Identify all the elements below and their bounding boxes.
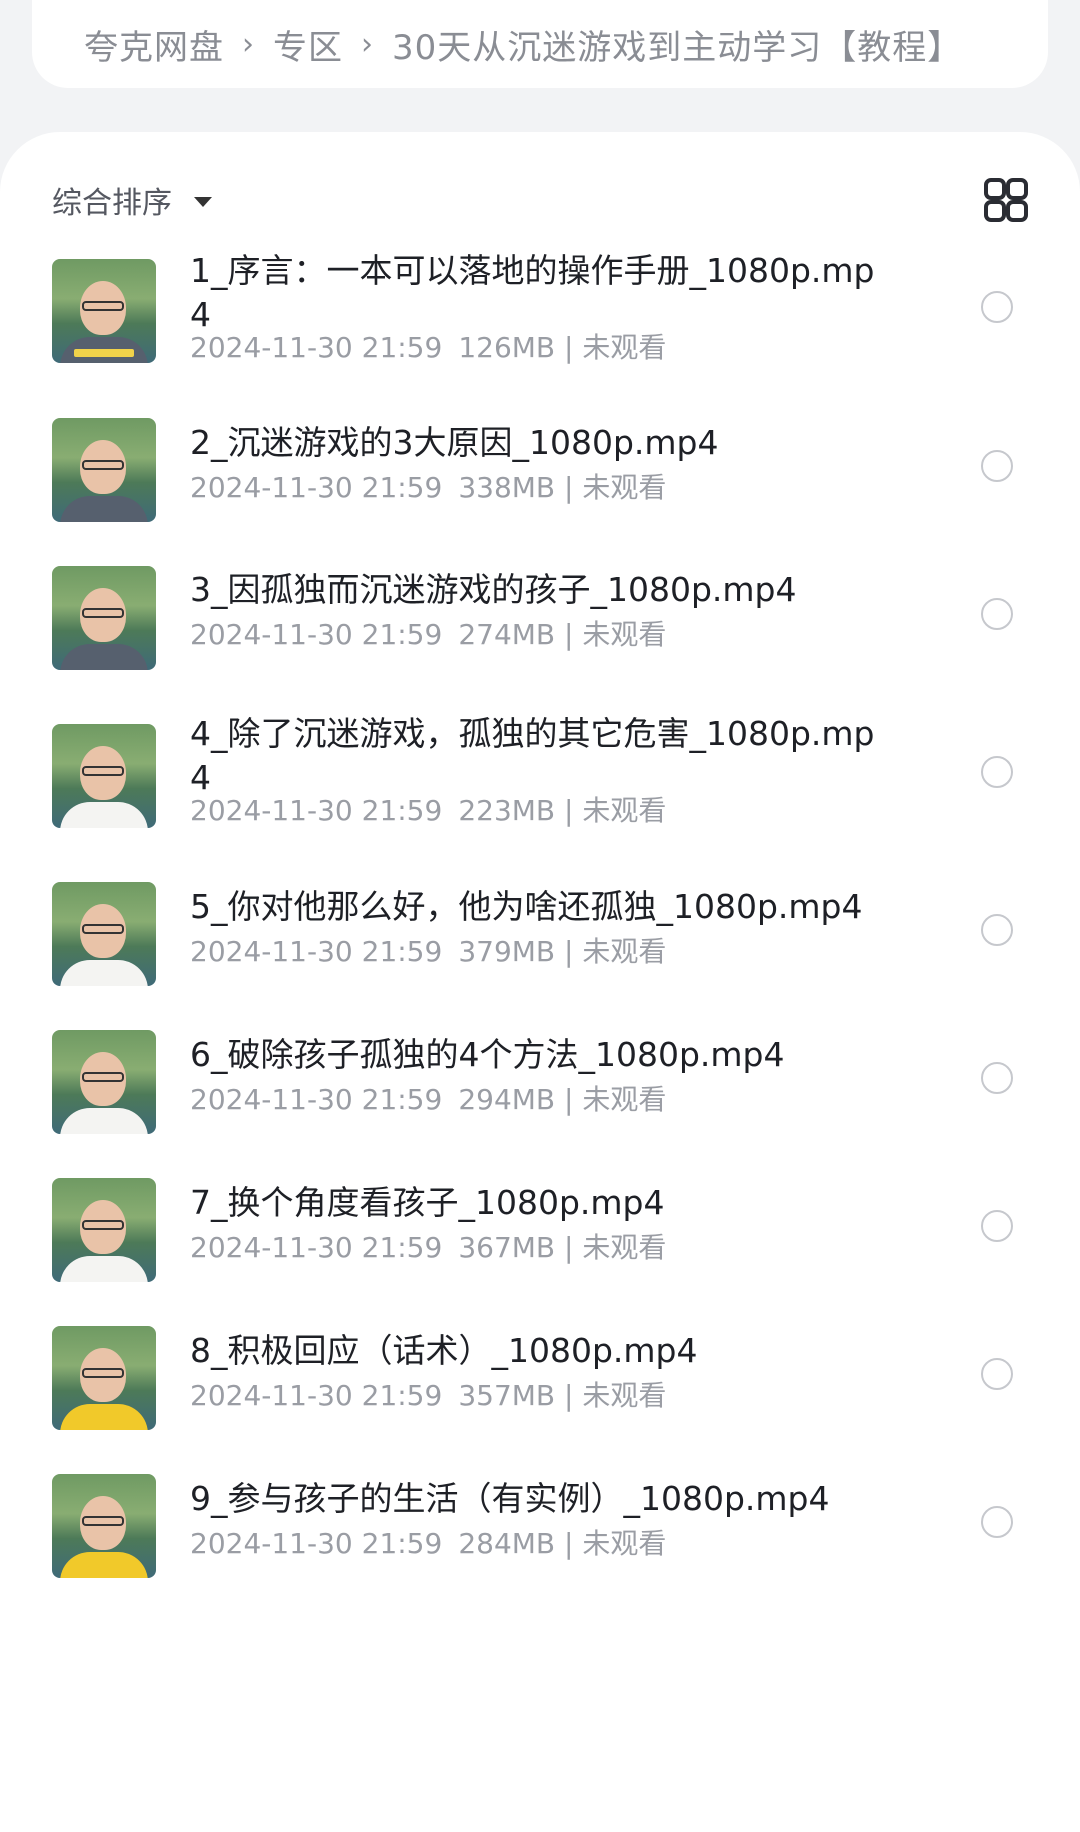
- file-size: 274MB: [458, 618, 556, 651]
- select-checkbox[interactable]: [981, 598, 1013, 630]
- watch-status: 未观看: [582, 1231, 667, 1264]
- watch-status: 未观看: [582, 331, 667, 364]
- file-size: 338MB: [458, 471, 556, 504]
- select-checkbox[interactable]: [981, 1062, 1013, 1094]
- meta-divider: |: [555, 471, 583, 504]
- meta-divider: |: [555, 1379, 583, 1412]
- video-thumbnail: [52, 1474, 156, 1578]
- file-name[interactable]: 9_参与孩子的生活（有实例）_1080p.mp4: [190, 1477, 890, 1521]
- file-meta: 2024-11-30 21:59 284MB | 未观看: [190, 1524, 890, 1564]
- file-date: 2024-11-30 21:59: [190, 1083, 443, 1116]
- file-size: 367MB: [458, 1231, 556, 1264]
- sort-button[interactable]: 综合排序: [52, 178, 212, 222]
- file-meta: 2024-11-30 21:59 126MB | 未观看: [190, 328, 890, 368]
- file-date: 2024-11-30 21:59: [190, 794, 443, 827]
- select-checkbox[interactable]: [981, 291, 1013, 323]
- file-name[interactable]: 4_除了沉迷游戏，孤独的其它危害_1080p.mp4: [190, 712, 890, 800]
- file-meta: 2024-11-30 21:59 294MB | 未观看: [190, 1080, 890, 1120]
- chevron-right-icon: ›: [242, 26, 255, 62]
- watch-status: 未观看: [582, 1083, 667, 1116]
- file-name[interactable]: 5_你对他那么好，他为啥还孤独_1080p.mp4: [190, 885, 890, 929]
- video-thumbnail: [52, 418, 156, 522]
- sort-label: 综合排序: [52, 186, 172, 221]
- file-size: 357MB: [458, 1379, 556, 1412]
- file-name[interactable]: 8_积极回应（话术）_1080p.mp4: [190, 1329, 890, 1373]
- watch-status: 未观看: [582, 1379, 667, 1412]
- meta-divider: |: [555, 935, 583, 968]
- file-date: 2024-11-30 21:59: [190, 471, 443, 504]
- select-checkbox[interactable]: [981, 1506, 1013, 1538]
- file-list-panel: 综合排序 1_序言：一本可以落地的操作手册_1080p.mp4 2024-11-3…: [0, 132, 1080, 1832]
- file-meta: 2024-11-30 21:59 338MB | 未观看: [190, 468, 890, 508]
- file-date: 2024-11-30 21:59: [190, 618, 443, 651]
- file-size: 284MB: [458, 1527, 556, 1560]
- video-thumbnail: [52, 882, 156, 986]
- video-thumbnail: [52, 1326, 156, 1430]
- select-checkbox[interactable]: [981, 1358, 1013, 1390]
- file-date: 2024-11-30 21:59: [190, 1231, 443, 1264]
- watch-status: 未观看: [582, 935, 667, 968]
- chevron-right-icon: ›: [361, 26, 374, 62]
- file-date: 2024-11-30 21:59: [190, 935, 443, 968]
- file-name[interactable]: 7_换个角度看孩子_1080p.mp4: [190, 1181, 890, 1225]
- meta-divider: |: [555, 1527, 583, 1560]
- select-checkbox[interactable]: [981, 1210, 1013, 1242]
- video-thumbnail: [52, 1178, 156, 1282]
- breadcrumb-item-current: 30天从沉迷游戏到主动学习【教程】: [392, 27, 963, 68]
- file-meta: 2024-11-30 21:59 274MB | 未观看: [190, 615, 890, 655]
- list-toolbar: 综合排序: [52, 172, 1028, 228]
- file-size: 294MB: [458, 1083, 556, 1116]
- file-size: 126MB: [458, 331, 556, 364]
- file-meta: 2024-11-30 21:59 357MB | 未观看: [190, 1376, 890, 1416]
- meta-divider: |: [555, 794, 583, 827]
- file-name[interactable]: 1_序言：一本可以落地的操作手册_1080p.mp4: [190, 249, 890, 337]
- video-thumbnail: [52, 566, 156, 670]
- select-checkbox[interactable]: [981, 756, 1013, 788]
- meta-divider: |: [555, 618, 583, 651]
- file-name[interactable]: 3_因孤独而沉迷游戏的孩子_1080p.mp4: [190, 568, 890, 612]
- file-date: 2024-11-30 21:59: [190, 331, 443, 364]
- grid-view-icon[interactable]: [984, 178, 1028, 222]
- caret-down-icon: [194, 197, 212, 207]
- breadcrumb: 夸克网盘 › 专区 › 30天从沉迷游戏到主动学习【教程】: [32, 0, 1048, 88]
- file-size: 379MB: [458, 935, 556, 968]
- file-date: 2024-11-30 21:59: [190, 1379, 443, 1412]
- file-name[interactable]: 6_破除孩子孤独的4个方法_1080p.mp4: [190, 1033, 890, 1077]
- select-checkbox[interactable]: [981, 914, 1013, 946]
- file-name[interactable]: 2_沉迷游戏的3大原因_1080p.mp4: [190, 421, 890, 465]
- meta-divider: |: [555, 1083, 583, 1116]
- breadcrumb-item-zone[interactable]: 专区: [273, 20, 343, 69]
- meta-divider: |: [555, 331, 583, 364]
- file-meta: 2024-11-30 21:59 367MB | 未观看: [190, 1228, 890, 1268]
- select-checkbox[interactable]: [981, 450, 1013, 482]
- file-date: 2024-11-30 21:59: [190, 1527, 443, 1560]
- watch-status: 未观看: [582, 794, 667, 827]
- file-meta: 2024-11-30 21:59 379MB | 未观看: [190, 932, 890, 972]
- meta-divider: |: [555, 1231, 583, 1264]
- video-thumbnail: [52, 259, 156, 363]
- video-thumbnail: [52, 1030, 156, 1134]
- watch-status: 未观看: [582, 471, 667, 504]
- file-size: 223MB: [458, 794, 556, 827]
- watch-status: 未观看: [582, 1527, 667, 1560]
- breadcrumb-item-root[interactable]: 夸克网盘: [84, 20, 224, 69]
- video-thumbnail: [52, 724, 156, 828]
- file-meta: 2024-11-30 21:59 223MB | 未观看: [190, 791, 890, 831]
- watch-status: 未观看: [582, 618, 667, 651]
